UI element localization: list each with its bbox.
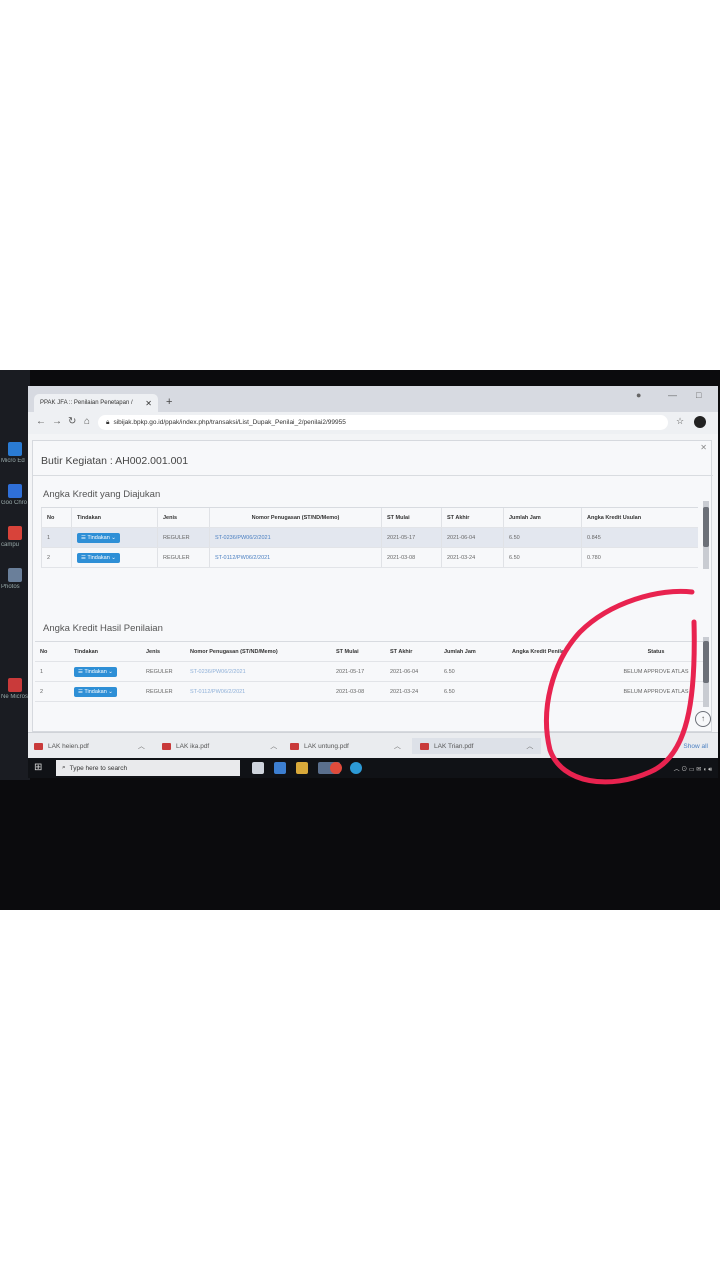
monitor-photo: Micro Ed Goo Chro campu Photos Ne Micros… (0, 370, 720, 910)
red-annotation-circle (544, 588, 697, 785)
